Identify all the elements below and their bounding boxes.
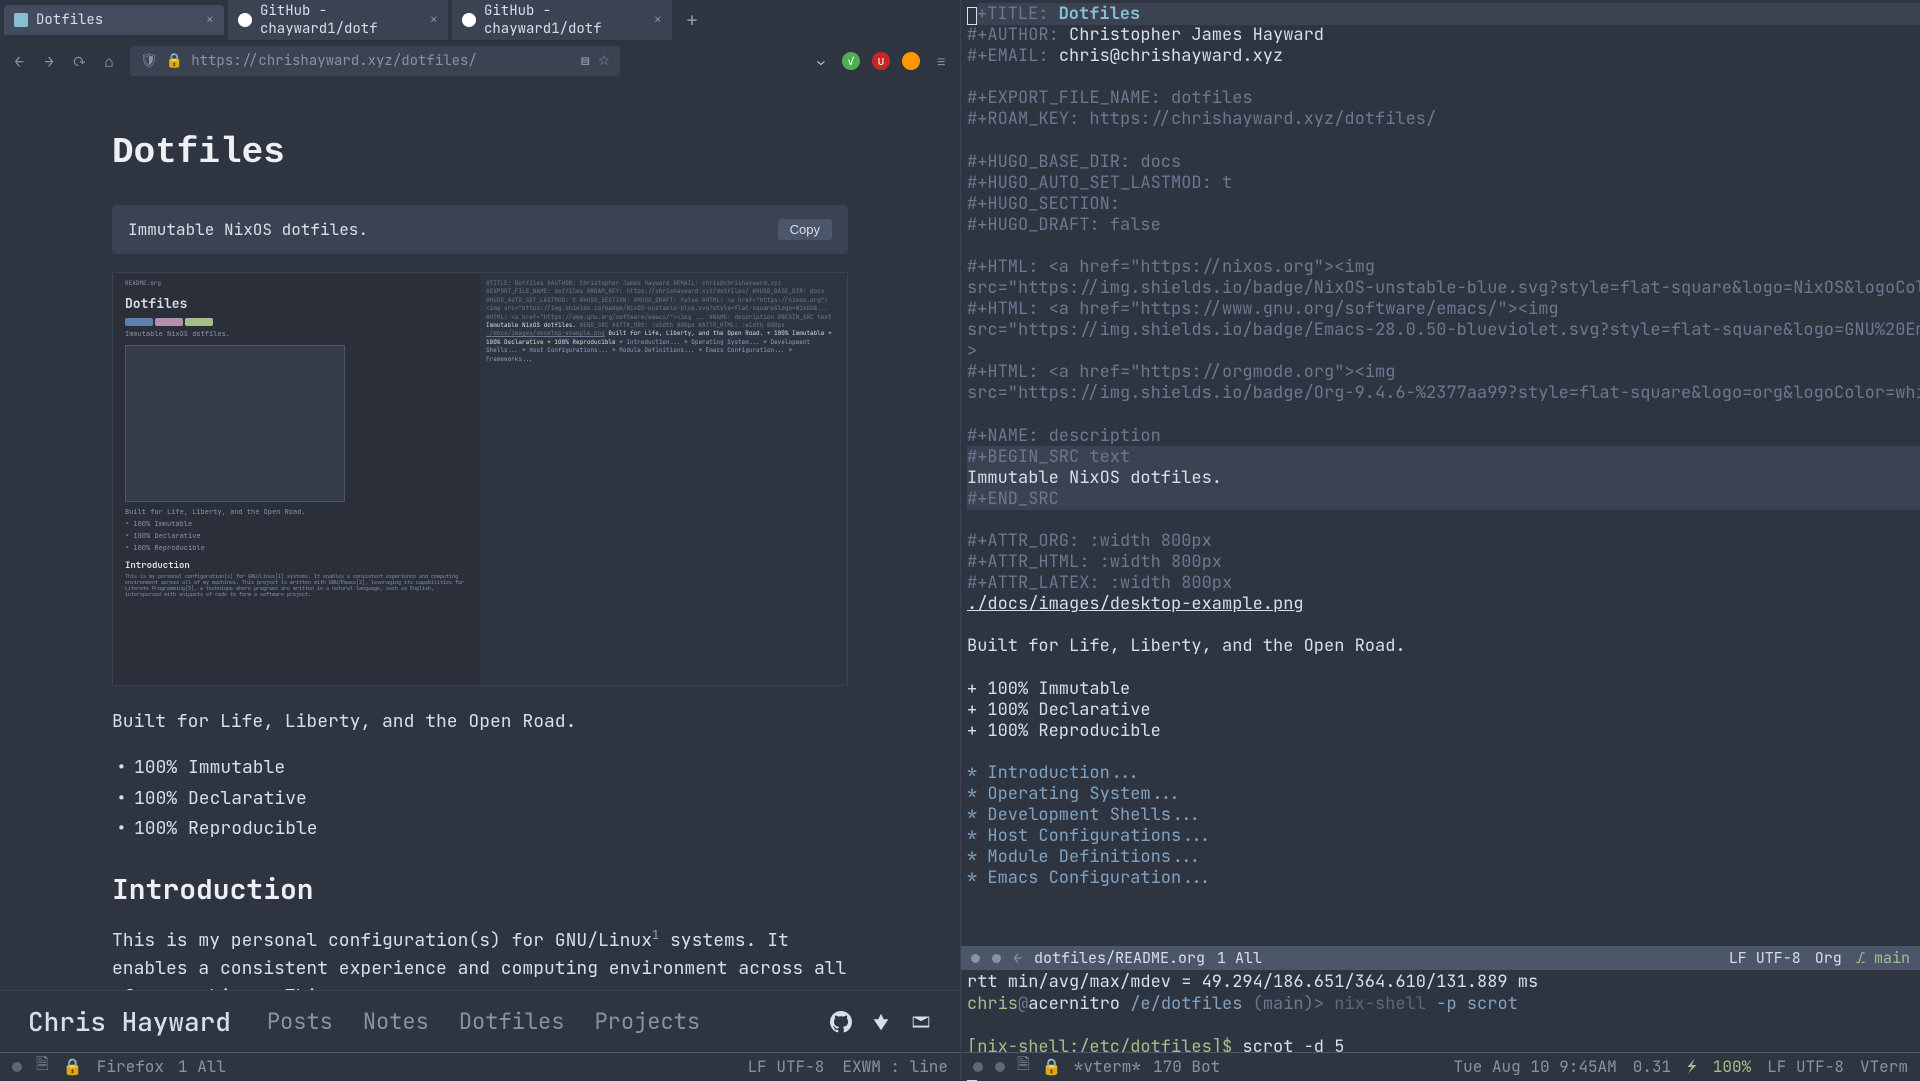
tab-dotfiles[interactable]: Dotfiles × — [4, 5, 224, 35]
branch-icon: ⎇ — [1856, 948, 1865, 968]
tagline: Built for Life, Liberty, and the Open Ro… — [112, 710, 848, 733]
buffer-name: *vterm* — [1074, 1056, 1141, 1077]
nav-notes[interactable]: Notes — [363, 1007, 429, 1036]
lock-icon: 🔒 — [1042, 1056, 1062, 1077]
nav-posts[interactable]: Posts — [267, 1007, 333, 1036]
url-bar[interactable]: 🛡 🔒 https://chrishayward.xyz/dotfiles/ ▤… — [130, 46, 620, 76]
nav-projects[interactable]: Projects — [594, 1007, 700, 1036]
file-path: dotfiles/README.org — [1034, 948, 1205, 968]
close-icon[interactable]: × — [430, 11, 438, 29]
url-text: https://chrishayward.xyz/dotfiles/ — [191, 52, 477, 70]
status-dot-icon — [973, 1062, 983, 1072]
encoding: LF UTF-8 — [1767, 1056, 1844, 1077]
bookmark-icon[interactable]: ☆ — [597, 52, 610, 70]
status-dot-icon — [995, 1062, 1005, 1072]
tab-github-1[interactable]: GitHub - chayward1/dotf × — [228, 0, 448, 44]
shield-icon: 🛡 — [140, 52, 158, 70]
mini-intro: Introduction — [125, 559, 468, 571]
github-favicon-icon — [238, 13, 252, 27]
load-avg: 0.31 — [1633, 1056, 1671, 1077]
battery-pct: 100% — [1713, 1056, 1751, 1077]
intro-paragraph: This is my personal configuration(s) for… — [112, 926, 848, 990]
extension-green-icon[interactable]: ✓ — [842, 52, 860, 70]
left-pane: Dotfiles × GitHub - chayward1/dotf × Git… — [0, 0, 960, 1080]
gitlab-icon[interactable] — [870, 1011, 892, 1033]
browser-viewport[interactable]: Dotfiles Immutable NixOS dotfiles. Copy … — [0, 82, 960, 990]
feature-item: 100% Reproducible — [134, 814, 848, 845]
feature-item: 100% Declarative — [134, 784, 848, 815]
new-tab-button[interactable]: + — [676, 7, 708, 33]
tab-title: Dotfiles — [36, 11, 103, 29]
browser-toolbar: ← → ⟳ ⌂ 🛡 🔒 https://chrishayward.xyz/dot… — [0, 40, 960, 82]
mini-desc: Immutable NixOS dotfiles. — [125, 330, 468, 339]
page-title: Dotfiles — [112, 132, 848, 173]
buffer-name: Firefox — [97, 1056, 164, 1077]
major-mode: Org — [1815, 948, 1842, 968]
forward-icon[interactable]: → — [40, 52, 58, 70]
reload-icon[interactable]: ⟳ — [70, 52, 88, 70]
lock-icon: 🔒 — [166, 52, 183, 70]
features-list: 100% Immutable 100% Declarative 100% Rep… — [112, 753, 848, 845]
pocket-icon[interactable]: ⌄ — [812, 52, 830, 70]
page-content: Dotfiles Immutable NixOS dotfiles. Copy … — [0, 82, 960, 990]
position: 170 Bot — [1153, 1056, 1220, 1077]
home-icon[interactable]: ⌂ — [100, 52, 118, 70]
copy-button[interactable]: Copy — [778, 219, 832, 240]
browser-tab-strip: Dotfiles × GitHub - chayward1/dotf × Git… — [0, 0, 960, 40]
status-dot-icon — [12, 1062, 22, 1072]
major-mode: EXWM : line — [842, 1056, 948, 1077]
github-favicon-icon — [462, 13, 476, 27]
position: 1 All — [1217, 948, 1262, 968]
close-icon[interactable]: × — [654, 11, 662, 29]
ublock-icon[interactable]: u — [872, 52, 890, 70]
extension-orange-icon[interactable] — [902, 52, 920, 70]
major-mode: VTerm — [1860, 1056, 1908, 1077]
status-dot-icon — [971, 954, 980, 963]
datetime: Tue Aug 10 9:45AM — [1454, 1056, 1617, 1077]
file-icon: 🗎 — [1017, 1053, 1030, 1080]
tab-title: GitHub - chayward1/dotf — [484, 2, 646, 38]
nav-links: Posts Notes Dotfiles Projects — [267, 1007, 700, 1036]
mini-readme: README.org — [125, 279, 468, 287]
lock-icon: 🔒 — [63, 1056, 83, 1077]
git-branch: ⎇ main — [1856, 948, 1910, 968]
encoding: LF UTF-8 — [748, 1056, 825, 1077]
close-icon[interactable]: × — [206, 11, 214, 29]
favicon-icon — [14, 13, 28, 27]
modeline-browser: 🗎 🔒 Firefox 1 All LF UTF-8 EXWM : line — [0, 1052, 960, 1080]
tab-title: GitHub - chayward1/dotf — [260, 2, 422, 38]
github-icon[interactable] — [830, 1011, 852, 1033]
status-dot-icon — [992, 954, 1001, 963]
nav-dotfiles[interactable]: Dotfiles — [459, 1007, 565, 1036]
mini-title: Dotfiles — [125, 295, 480, 312]
site-footer-nav: Chris Hayward Posts Notes Dotfiles Proje… — [0, 990, 960, 1052]
vterm-terminal[interactable]: rtt min/avg/max/mdev = 49.294/186.651/36… — [961, 970, 1920, 1052]
intro-heading: Introduction — [112, 871, 848, 908]
desktop-screenshot: README.org Dotfiles Immutable NixOS dotf… — [112, 272, 848, 686]
email-icon[interactable] — [910, 1011, 932, 1033]
brand[interactable]: Chris Hayward — [28, 1004, 231, 1039]
file-icon: 🗎 — [36, 1053, 49, 1080]
tab-github-2[interactable]: GitHub - chayward1/dotf × — [452, 0, 672, 44]
menu-icon[interactable]: ≡ — [932, 52, 950, 70]
encoding: LF UTF-8 — [1729, 948, 1801, 968]
mini-right-org: #TITLE: Dotfiles #AUTHOR: Christopher Ja… — [480, 273, 847, 685]
toolbar-extensions: ⌄ ✓ u ≡ — [812, 52, 950, 70]
org-buffer[interactable]: +TITLE: Dotfiles #+AUTHOR: Christopher J… — [961, 0, 1920, 946]
feature-item: 100% Immutable — [134, 753, 848, 784]
arrow-icon: ← — [1013, 948, 1022, 968]
right-pane: +TITLE: Dotfiles #+AUTHOR: Christopher J… — [960, 0, 1920, 1080]
back-icon[interactable]: ← — [10, 52, 28, 70]
reader-icon[interactable]: ▤ — [581, 52, 590, 70]
mini-built: Built for Life, Liberty, and the Open Ro… — [125, 508, 468, 517]
modeline-org: ← dotfiles/README.org 1 All LF UTF-8 Org… — [961, 946, 1920, 970]
position: 1 All — [178, 1056, 226, 1077]
modeline-vterm: 🗎 🔒 *vterm* 170 Bot Tue Aug 10 9:45AM 0.… — [961, 1052, 1920, 1080]
battery-icon: ⚡ — [1687, 1056, 1697, 1077]
description-codeblock: Immutable NixOS dotfiles. Copy — [112, 205, 848, 254]
codeblock-text: Immutable NixOS dotfiles. — [128, 219, 368, 240]
